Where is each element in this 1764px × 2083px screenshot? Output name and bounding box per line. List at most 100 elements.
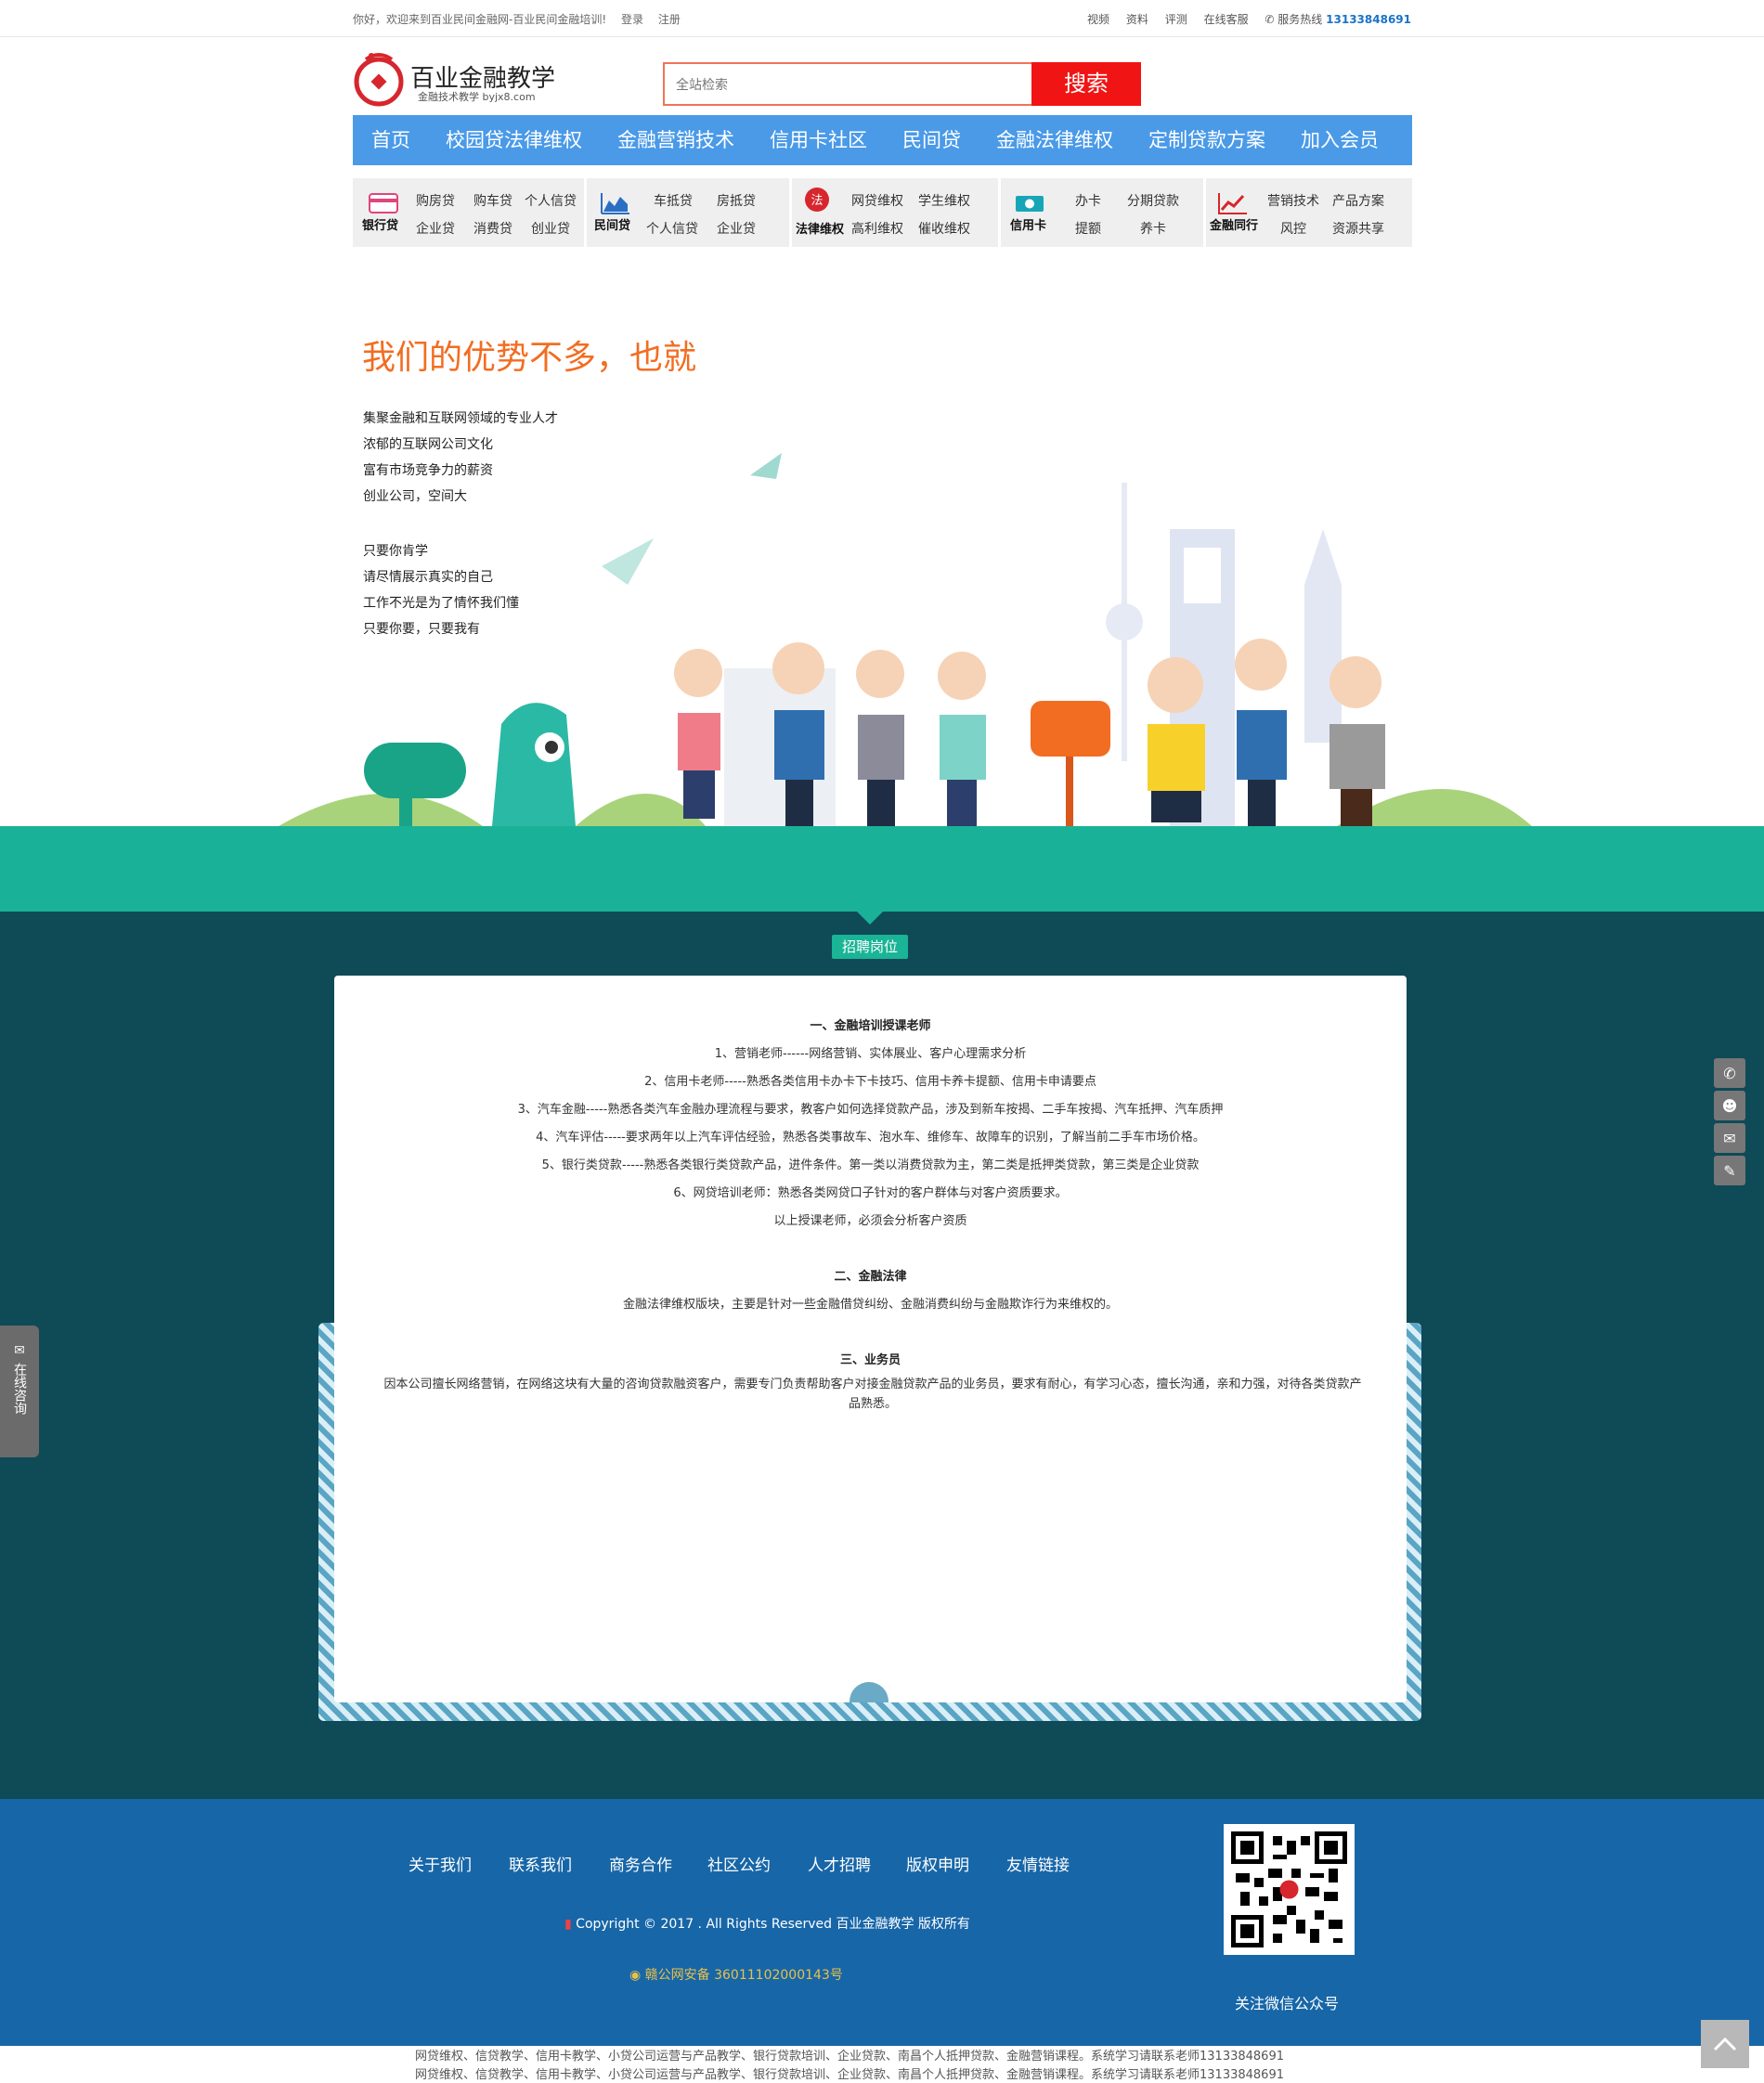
hero-title: 我们的优势不多，也就 [362, 339, 697, 377]
hotline-label: 服务热线 [1278, 13, 1323, 26]
seo-text: 网贷维权、信贷教学、信用卡教学、小贷公司运营与产品教学、银行贷款培训、企业贷款、… [415, 2050, 1284, 2064]
footer-link-copyright[interactable]: 版权申明 [906, 1852, 969, 1875]
wechat-icon: ✉ [1723, 1129, 1736, 1147]
search-button[interactable]: 搜索 [1031, 62, 1141, 106]
section-pointer [857, 912, 883, 925]
login-link[interactable]: 登录 [621, 13, 643, 26]
cat-link[interactable]: 网贷维权 [851, 191, 903, 210]
category-name: 法律维权 [796, 223, 845, 237]
cat-link[interactable]: 分期贷款 [1127, 191, 1179, 210]
qq-icon: ☻ [1721, 1096, 1738, 1115]
svg-text:法: 法 [811, 194, 823, 208]
register-link[interactable]: 注册 [658, 13, 681, 26]
cat-link[interactable]: 个人信贷 [525, 191, 577, 210]
nav-private-loan[interactable]: 民间贷 [902, 115, 961, 165]
category-name: 民间贷 [594, 219, 631, 233]
cat-link[interactable]: 风控 [1280, 219, 1306, 238]
phone-icon: ✆ [1265, 13, 1275, 26]
cat-link[interactable]: 企业贷 [416, 219, 455, 238]
cat-link[interactable]: 消费贷 [473, 219, 512, 238]
category-name: 金融同行 [1210, 219, 1259, 233]
category-name: 信用卡 [1010, 219, 1047, 233]
job-item: 6、网贷培训老师：熟悉各类网贷口子针对的客户群体与对客户资质要求。 [673, 1186, 1068, 1200]
card-icon [369, 193, 398, 213]
nav-finance-marketing[interactable]: 金融营销技术 [617, 115, 734, 165]
cat-link[interactable]: 房抵贷 [717, 191, 756, 210]
chart-area-icon [601, 193, 629, 214]
job-item: 4、汽车评估-----要求两年以上汽车评估经验，熟悉各类事故车、泡水车、维修车、… [536, 1131, 1205, 1145]
cat-link[interactable]: 个人信贷 [646, 219, 698, 238]
footer-link-friends[interactable]: 友情链接 [1006, 1852, 1070, 1875]
job-item: 1、营销老师------网络营销、实体展业、客户心理需求分析 [714, 1047, 1027, 1061]
cat-link[interactable]: 购房贷 [416, 191, 455, 210]
beian-record[interactable]: ◉ 赣公网安备 36011102000143号 [629, 1965, 843, 1984]
nav-campus-loan-rights[interactable]: 校园贷法律维权 [446, 115, 582, 165]
footer-link-jobs[interactable]: 人才招聘 [808, 1852, 871, 1875]
cat-link[interactable]: 购车贷 [473, 191, 512, 210]
cat-link[interactable]: 催收维权 [918, 219, 970, 238]
chat-icon: ✉ [14, 1343, 25, 1358]
phone-button[interactable]: ✆ [1714, 1058, 1745, 1088]
category-private-loan: 民间贷 车抵贷 房抵贷 个人信贷 企业贷 [587, 178, 789, 247]
category-bank-loan: 银行贷 购房贷 购车贷 个人信贷 企业贷 消费贷 创业贷 [353, 178, 584, 247]
top-link-review[interactable]: 评测 [1165, 13, 1187, 26]
nav-home[interactable]: 首页 [371, 115, 410, 165]
cat-link[interactable]: 产品方案 [1332, 191, 1384, 210]
seo-text: 网贷维权、信贷教学、信用卡教学、小贷公司运营与产品教学、银行贷款培训、企业贷款、… [415, 2068, 1284, 2082]
cat-link[interactable]: 提额 [1075, 219, 1101, 238]
cat-link[interactable]: 办卡 [1075, 191, 1101, 210]
cat-link[interactable]: 创业贷 [531, 219, 570, 238]
cat-link[interactable]: 养卡 [1140, 219, 1166, 238]
law-seal-icon: 法 [805, 188, 829, 212]
welcome-text: 你好，欢迎来到百业民间金融网-百业民间金融培训! [353, 13, 607, 26]
footer-link-about[interactable]: 关于我们 [409, 1852, 472, 1875]
top-link-service[interactable]: 在线客服 [1204, 13, 1249, 26]
job-item: 5、银行类贷款-----熟悉各类银行类贷款产品，进件条件。第一类以消费贷款为主，… [541, 1158, 1200, 1172]
copyright-text: Copyright © 2017 . All Rights Reserved 百… [576, 1917, 970, 1932]
job-item: 以上授课老师，必须会分析客户资质 [773, 1214, 967, 1228]
section-heading: 三、业务员 [839, 1353, 901, 1367]
nav-join-member[interactable]: 加入会员 [1301, 115, 1379, 165]
category-name: 银行贷 [362, 219, 399, 233]
top-link-materials[interactable]: 资料 [1126, 13, 1148, 26]
wechat-button[interactable]: ✉ [1714, 1123, 1745, 1153]
qq-button[interactable]: ☻ [1714, 1091, 1745, 1120]
cat-link[interactable]: 资源共享 [1332, 219, 1384, 238]
cat-link[interactable]: 企业贷 [717, 219, 756, 238]
top-bar: 你好，欢迎来到百业民间金融网-百业民间金融培训! 登录 注册 视频 资料 评测 … [0, 0, 1764, 37]
nav-custom-loan-plan[interactable]: 定制贷款方案 [1148, 115, 1265, 165]
beian-text: 赣公网安备 36011102000143号 [644, 1968, 843, 1983]
cat-link[interactable]: 车抵贷 [654, 191, 693, 210]
section-heading: 一、金融培训授课老师 [810, 1019, 931, 1033]
section-text: 金融法律维权版块，主要是针对一些金融借贷纠纷、金融消费纠纷与金融欺诈行为来维权的… [622, 1298, 1118, 1312]
cat-link[interactable]: 营销技术 [1267, 191, 1319, 210]
cat-link[interactable]: 高利维权 [851, 219, 903, 238]
cat-link[interactable]: 学生维权 [918, 191, 970, 210]
nav-finance-law-rights[interactable]: 金融法律维权 [996, 115, 1113, 165]
consult-label: 在线咨询 [12, 1363, 27, 1415]
hotline-number: 13133848691 [1326, 13, 1411, 26]
footer-link-rules[interactable]: 社区公约 [707, 1852, 771, 1875]
recruit-card: 一、金融培训授课老师 1、营销老师------网络营销、实体展业、客户心理需求分… [334, 976, 1407, 1702]
site-logo[interactable]: 百业金融教学 金融技术教学 byjx8.com [353, 46, 557, 111]
job-item: 2、信用卡老师-----熟悉各类信用卡办卡下卡技巧、信用卡养卡提额、信用卡申请要… [644, 1075, 1096, 1089]
top-link-video[interactable]: 视频 [1087, 13, 1109, 26]
pencil-icon: ✎ [1723, 1161, 1736, 1180]
qr-code-icon [1231, 1831, 1347, 1947]
online-consult-tab[interactable]: ✉ 在线咨询 [0, 1326, 39, 1457]
mobile-icon: ▮ [564, 1917, 572, 1932]
money-icon [1016, 196, 1044, 212]
search-input[interactable] [663, 62, 1031, 106]
copyright: ▮ Copyright © 2017 . All Rights Reserved… [564, 1914, 970, 1933]
category-bar: 银行贷 购房贷 购车贷 个人信贷 企业贷 消费贷 创业贷 民间贷 车抵贷 房抵贷… [353, 178, 1412, 247]
feedback-button[interactable]: ✎ [1714, 1156, 1745, 1185]
footer-link-business[interactable]: 商务合作 [609, 1852, 672, 1875]
logo-mark-icon [354, 53, 404, 107]
back-to-top-button[interactable] [1701, 2020, 1749, 2068]
main-nav: 首页 校园贷法律维权 金融营销技术 信用卡社区 民间贷 金融法律维权 定制贷款方… [353, 115, 1412, 165]
footer-link-contact[interactable]: 联系我们 [509, 1852, 572, 1875]
section-text: 因本公司擅长网络营销，在网络这块有大量的咨询贷款融资客户，需要专门负责帮助客户对… [383, 1378, 1362, 1411]
hero-line: 集聚金融和互联网领域的专业人才 [363, 411, 558, 426]
wechat-qr-code [1224, 1824, 1355, 1955]
nav-credit-card-community[interactable]: 信用卡社区 [770, 115, 867, 165]
